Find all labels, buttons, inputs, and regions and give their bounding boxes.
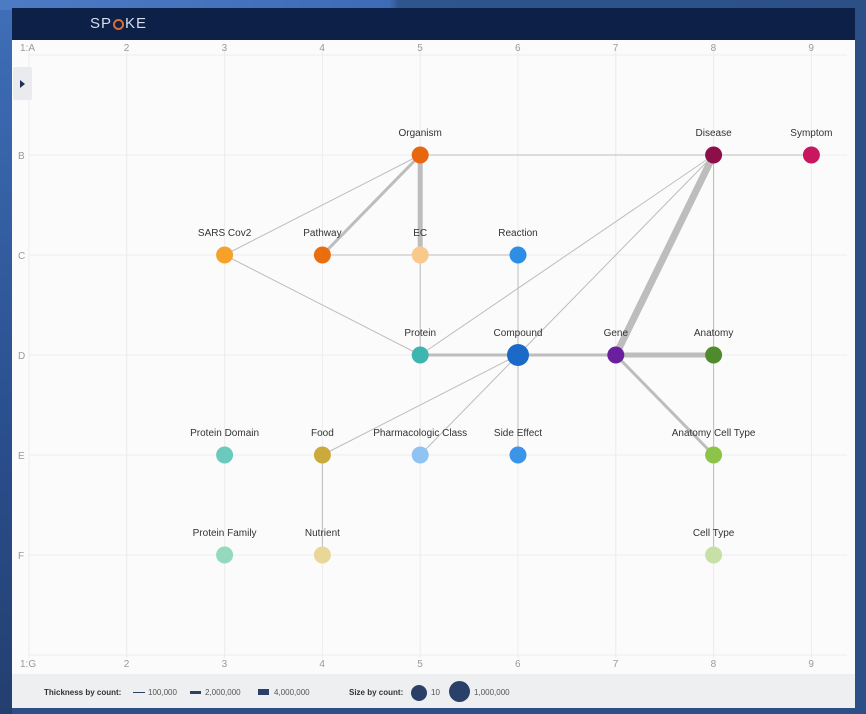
- row-label: E: [18, 451, 25, 462]
- column-label: 9: [808, 43, 814, 54]
- thickness-legend-value: 2,000,000: [205, 688, 241, 697]
- legend: Thickness by count: 100,000 2,000,000 4,…: [12, 674, 855, 708]
- thickness-thick-sample: [258, 689, 269, 695]
- node-ec[interactable]: [411, 246, 429, 264]
- thickness-legend-title: Thickness by count:: [44, 688, 122, 697]
- thickness-medium-sample: [190, 691, 201, 694]
- row-label: C: [18, 251, 25, 262]
- column-label: 2: [124, 659, 130, 670]
- background-left: [0, 0, 12, 714]
- node-label-nutrient: Nutrient: [305, 528, 340, 539]
- column-label: 3: [222, 659, 228, 670]
- size-legend-title: Size by count:: [349, 688, 404, 697]
- column-label: 1:A: [20, 43, 35, 54]
- thickness-legend-value: 100,000: [148, 688, 177, 697]
- node-label-anatomy: Anatomy: [694, 328, 733, 339]
- node-label-sarscov2: SARS Cov2: [198, 228, 252, 239]
- node-compound[interactable]: [507, 344, 529, 366]
- caret-right-icon: [20, 79, 25, 88]
- node-label-sideeffect: Side Effect: [494, 428, 542, 439]
- column-label: 7: [613, 659, 619, 670]
- column-label: 5: [417, 659, 423, 670]
- column-label: 6: [515, 659, 521, 670]
- size-small-sample: [411, 685, 427, 701]
- column-label: 4: [319, 659, 325, 670]
- node-proteinfamily[interactable]: [216, 546, 234, 564]
- node-reaction[interactable]: [509, 246, 527, 264]
- column-label: 5: [417, 43, 423, 54]
- sidebar-toggle-button[interactable]: [13, 67, 32, 100]
- node-pharmclass[interactable]: [411, 446, 429, 464]
- node-organism[interactable]: [411, 146, 429, 164]
- node-sideeffect[interactable]: [509, 446, 527, 464]
- node-label-anatomycelltype: Anatomy Cell Type: [672, 428, 756, 439]
- node-label-protein: Protein: [404, 328, 436, 339]
- node-symptom[interactable]: [802, 146, 820, 164]
- row-label: F: [18, 551, 24, 562]
- node-pathway[interactable]: [313, 246, 331, 264]
- size-legend-value: 1,000,000: [474, 688, 510, 697]
- column-label: 6: [515, 43, 521, 54]
- node-sarscov2[interactable]: [216, 246, 234, 264]
- edge-compound-pharmclass: [419, 354, 519, 456]
- node-label-reaction: Reaction: [498, 228, 537, 239]
- node-proteindomain[interactable]: [216, 446, 234, 464]
- column-label: 2: [124, 43, 130, 54]
- node-label-ec: EC: [413, 228, 427, 239]
- node-label-celltype: Cell Type: [693, 528, 735, 539]
- graph-panel: SP KE 1:A 2 3 4 5 6 7 8 9 1:G 2 3 4 5 6 7 8 9 B C D E F Organism…: [12, 8, 855, 708]
- column-label: 1:G: [20, 659, 36, 670]
- size-legend-value: 10: [431, 688, 440, 697]
- column-label: 8: [711, 43, 717, 54]
- node-label-proteindomain: Protein Domain: [190, 428, 259, 439]
- node-anatomycelltype[interactable]: [705, 446, 723, 464]
- node-label-pharmclass: Pharmacologic Class: [373, 428, 467, 439]
- node-label-compound: Compound: [494, 328, 543, 339]
- node-food[interactable]: [313, 446, 331, 464]
- node-celltype[interactable]: [705, 546, 723, 564]
- node-label-organism: Organism: [399, 128, 442, 139]
- thickness-legend-value: 4,000,000: [274, 688, 310, 697]
- node-label-proteinfamily: Protein Family: [193, 528, 257, 539]
- row-label: D: [18, 351, 25, 362]
- thickness-thin-sample: [133, 692, 145, 693]
- node-label-disease: Disease: [696, 128, 733, 139]
- edge-organism-pathway: [320, 153, 422, 257]
- node-protein[interactable]: [411, 346, 429, 364]
- row-label: B: [18, 151, 25, 162]
- column-label: 4: [319, 43, 325, 54]
- node-label-symptom: Symptom: [790, 128, 832, 139]
- node-label-pathway: Pathway: [303, 228, 341, 239]
- column-label: 9: [808, 659, 814, 670]
- column-label: 7: [613, 43, 619, 54]
- node-disease[interactable]: [705, 146, 723, 164]
- schema-graph: 1:A 2 3 4 5 6 7 8 9 1:G 2 3 4 5 6 7 8 9 B C D E F Organism Disea…: [18, 43, 847, 670]
- node-nutrient[interactable]: [313, 546, 331, 564]
- node-label-gene: Gene: [604, 328, 629, 339]
- column-label: 8: [711, 659, 717, 670]
- column-label: 3: [222, 43, 228, 54]
- size-large-sample: [449, 681, 470, 702]
- node-anatomy[interactable]: [705, 346, 723, 364]
- node-label-food: Food: [311, 428, 334, 439]
- node-gene[interactable]: [607, 346, 625, 364]
- edge-gene-anatomycelltype: [614, 353, 716, 457]
